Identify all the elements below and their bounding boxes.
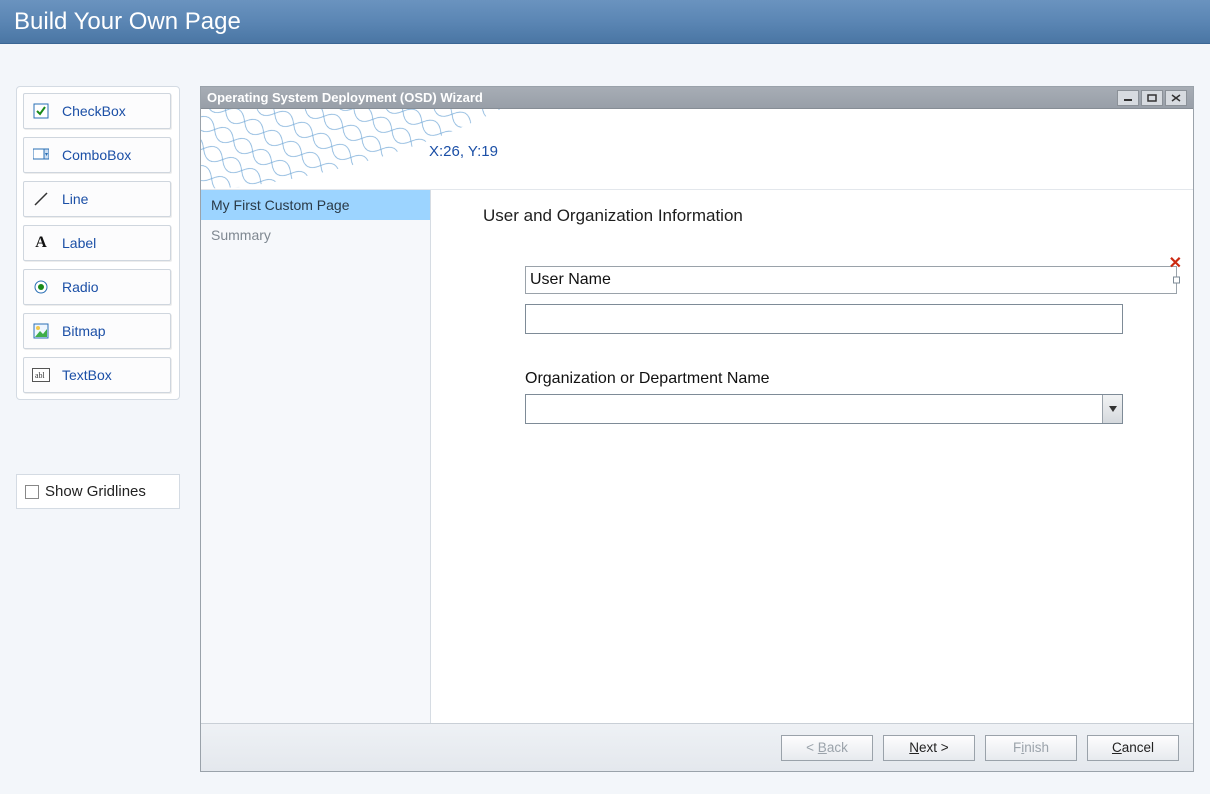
combobox-dropdown-button[interactable] [1102,395,1122,423]
nav-item-summary[interactable]: Summary [201,220,430,250]
delete-element-button[interactable]: ✕ [1169,253,1182,273]
next-button-label: Next > [909,740,948,755]
toolbox-item-label[interactable]: A Label [23,225,171,261]
toolbox-item-combobox[interactable]: ComboBox [23,137,171,173]
organization-combobox[interactable] [525,394,1123,424]
show-gridlines-checkbox[interactable]: Show Gridlines [25,483,171,500]
show-gridlines-panel: Show Gridlines [16,474,180,509]
page-title: Build Your Own Page [14,8,241,36]
wizard-title: Operating System Deployment (OSD) Wizard [207,90,1115,105]
toolbox-label: CheckBox [62,103,126,119]
back-button-label: < Back [806,740,848,755]
toolbox-item-bitmap[interactable]: Bitmap [23,313,171,349]
back-button[interactable]: < Back [781,735,873,761]
line-icon [32,190,50,208]
label-icon: A [32,234,50,252]
wizard-nav: My First Custom Page Summary [201,190,431,723]
close-icon [1171,94,1181,102]
maximize-icon [1147,94,1157,102]
user-name-label-text: User Name [530,271,611,289]
chevron-down-icon [1109,406,1117,412]
organization-label: Organization or Department Name [525,370,1177,388]
checkbox-icon [32,102,50,120]
toolbox-item-line[interactable]: Line [23,181,171,217]
close-button[interactable] [1165,90,1187,106]
toolbox-label: Label [62,235,96,251]
combobox-icon [32,146,50,164]
wizard-footer: < Back Next > Finish Cancel [201,723,1193,771]
toolbox-item-radio[interactable]: Radio [23,269,171,305]
radio-icon [32,278,50,296]
textbox-icon: abl [32,366,50,384]
cancel-button[interactable]: Cancel [1087,735,1179,761]
user-name-label-design-element[interactable]: User Name ✕ [525,266,1177,294]
minimize-icon [1123,94,1133,102]
next-button[interactable]: Next > [883,735,975,761]
coordinate-readout: X:26, Y:19 [429,143,498,160]
user-name-group: User Name ✕ [525,266,1177,334]
toolbox-label: Radio [62,279,99,295]
toolbox-label: TextBox [62,367,112,383]
bitmap-icon [32,322,50,340]
checkbox-empty-icon [25,485,39,499]
svg-text:abl: abl [35,371,46,380]
page-header: Build Your Own Page [0,0,1210,44]
nav-item-my-first-custom-page[interactable]: My First Custom Page [201,190,430,220]
maximize-button[interactable] [1141,90,1163,106]
wizard-banner: X:26, Y:19 [201,109,1193,189]
toolbox-item-textbox[interactable]: abl TextBox [23,357,171,393]
toolbox-label: Bitmap [62,323,106,339]
wizard-content: User and Organization Information User N… [431,190,1193,723]
toolbox-item-checkbox[interactable]: CheckBox [23,93,171,129]
toolbox-label: Line [62,191,88,207]
resize-handle-right[interactable] [1173,277,1180,284]
wizard-titlebar[interactable]: Operating System Deployment (OSD) Wizard [201,87,1193,109]
organization-selected-value [526,395,1102,423]
show-gridlines-label: Show Gridlines [45,483,146,500]
user-name-input[interactable] [525,304,1123,334]
minimize-button[interactable] [1117,90,1139,106]
content-heading: User and Organization Information [483,206,1177,226]
wizard-window: Operating System Deployment (OSD) Wizard [200,86,1194,772]
finish-button-label: Finish [1013,740,1049,755]
finish-button[interactable]: Finish [985,735,1077,761]
toolbox-label: ComboBox [62,147,131,163]
cancel-button-label: Cancel [1112,740,1154,755]
organization-group: Organization or Department Name [525,370,1177,424]
toolbox-panel: CheckBox ComboBox Line A Label Radio [16,86,180,400]
